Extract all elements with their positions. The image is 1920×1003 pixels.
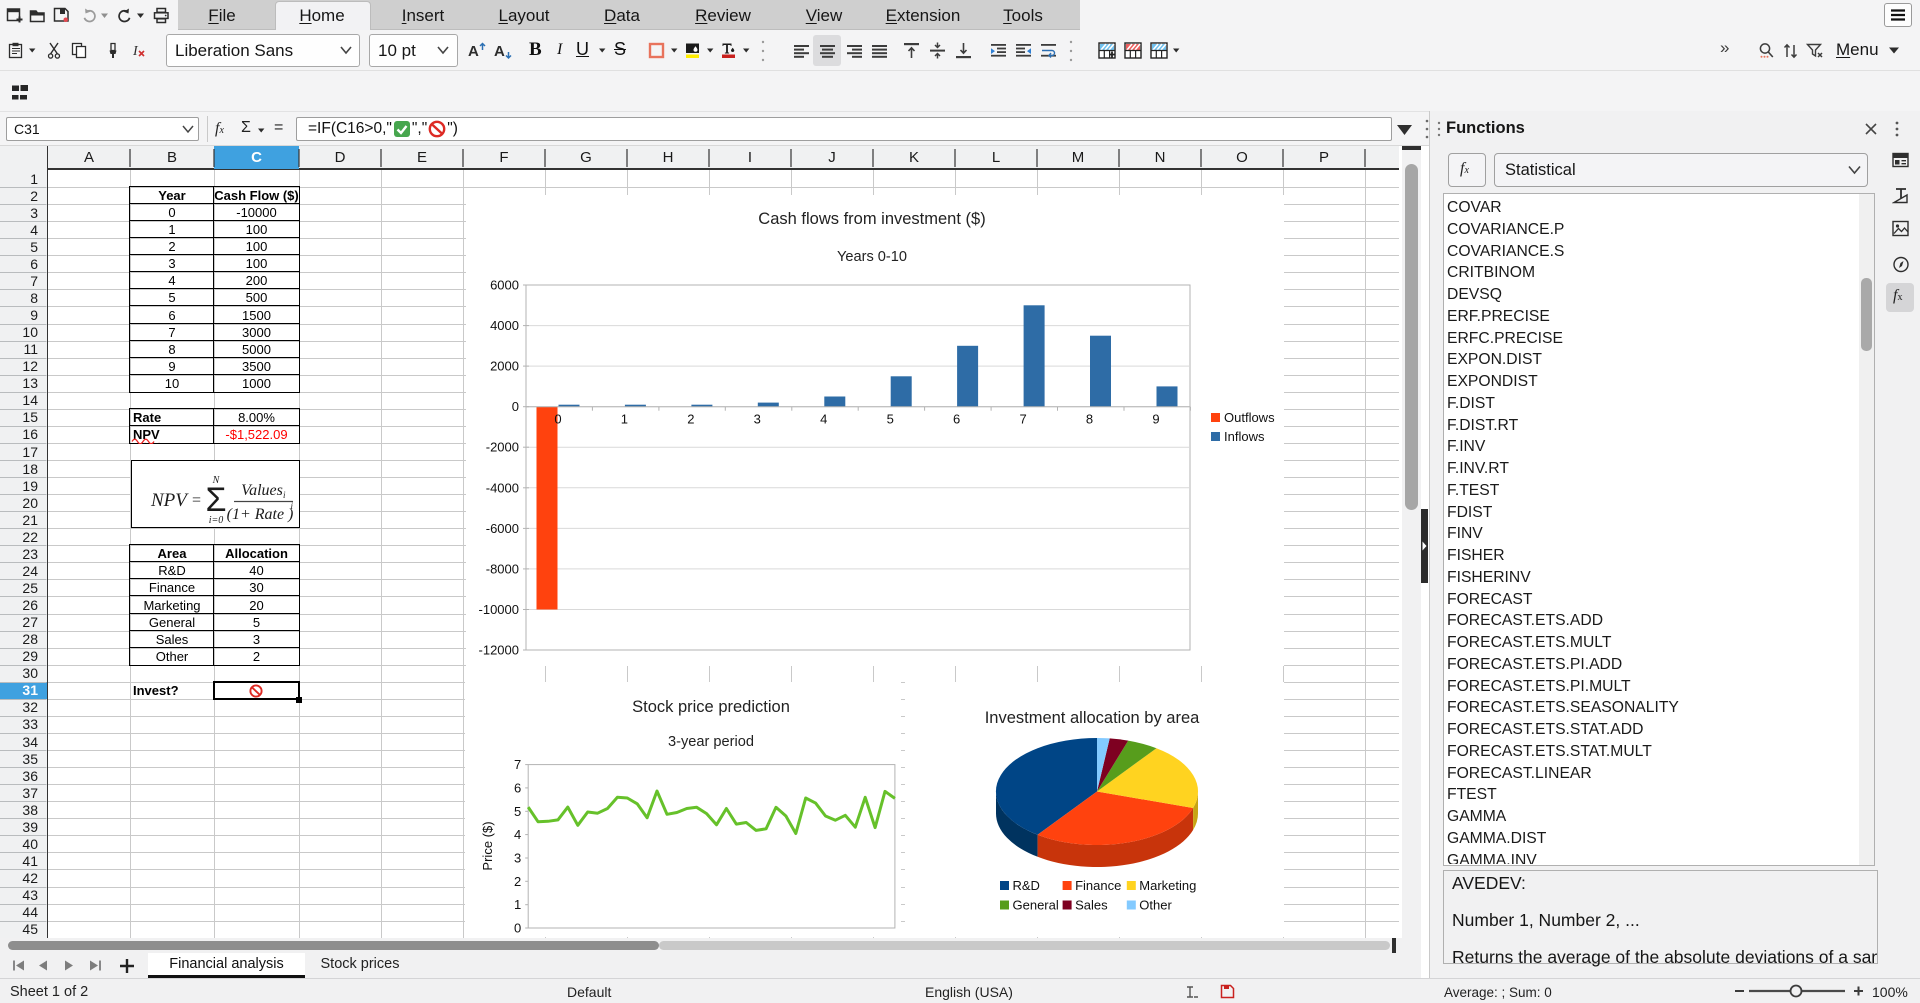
svg-text:6: 6 bbox=[953, 412, 960, 427]
svg-text:A: A bbox=[468, 43, 479, 60]
svg-text:-10000: -10000 bbox=[479, 602, 519, 617]
svg-text:2: 2 bbox=[513, 874, 520, 889]
svg-text:Marketing: Marketing bbox=[1139, 878, 1196, 893]
svg-text:(1+ Rate ): (1+ Rate ) bbox=[226, 506, 293, 523]
svg-text:6: 6 bbox=[513, 780, 520, 795]
svg-text:=: = bbox=[192, 492, 201, 509]
svg-text:R&D: R&D bbox=[1013, 878, 1040, 893]
svg-text:5: 5 bbox=[887, 412, 894, 427]
svg-text:General: General bbox=[1013, 898, 1059, 913]
svg-text:0: 0 bbox=[512, 399, 519, 414]
svg-text:i=0: i=0 bbox=[208, 515, 223, 526]
svg-text:4: 4 bbox=[513, 827, 520, 842]
svg-text:2: 2 bbox=[687, 412, 694, 427]
svg-text:7: 7 bbox=[513, 757, 520, 772]
svg-text:0: 0 bbox=[554, 412, 561, 427]
svg-text:-4000: -4000 bbox=[486, 480, 519, 495]
svg-text:NPV: NPV bbox=[150, 490, 189, 511]
svg-text:4: 4 bbox=[820, 412, 827, 427]
svg-text:Σ: Σ bbox=[205, 481, 226, 519]
svg-text:i: i bbox=[283, 490, 286, 500]
svg-text:Outflows: Outflows bbox=[1224, 410, 1275, 425]
svg-text:9: 9 bbox=[1152, 412, 1159, 427]
svg-text:Cash flows from investment ($): Cash flows from investment ($) bbox=[758, 210, 985, 228]
svg-text:3-year period: 3-year period bbox=[668, 734, 754, 750]
svg-text:Stock price prediction: Stock price prediction bbox=[632, 698, 790, 716]
svg-text:-8000: -8000 bbox=[486, 561, 519, 576]
svg-text:Inflows: Inflows bbox=[1224, 429, 1265, 444]
svg-text:Investment allocation by area: Investment allocation by area bbox=[985, 709, 1200, 727]
svg-text:1: 1 bbox=[621, 412, 628, 427]
svg-text:-12000: -12000 bbox=[479, 643, 519, 658]
svg-text:7: 7 bbox=[1019, 412, 1026, 427]
svg-text:3: 3 bbox=[754, 412, 761, 427]
svg-text:5: 5 bbox=[513, 804, 520, 819]
svg-text:Years 0-10: Years 0-10 bbox=[837, 249, 907, 265]
svg-text:3: 3 bbox=[513, 851, 520, 866]
svg-text:-2000: -2000 bbox=[486, 440, 519, 455]
svg-text:8: 8 bbox=[1086, 412, 1093, 427]
svg-text:A: A bbox=[494, 43, 505, 60]
svg-text:Finance: Finance bbox=[1075, 878, 1121, 893]
svg-text:Sales: Sales bbox=[1075, 898, 1108, 913]
svg-text:0: 0 bbox=[513, 921, 520, 936]
svg-text:I: I bbox=[132, 44, 139, 59]
svg-text:1: 1 bbox=[513, 897, 520, 912]
svg-text:4000: 4000 bbox=[490, 318, 519, 333]
svg-text:2000: 2000 bbox=[490, 359, 519, 374]
svg-text:Price ($): Price ($) bbox=[480, 821, 495, 870]
svg-text:-6000: -6000 bbox=[486, 521, 519, 536]
svg-text:6000: 6000 bbox=[490, 278, 519, 293]
svg-text:Values: Values bbox=[241, 482, 283, 499]
svg-text:Other: Other bbox=[1139, 898, 1172, 913]
